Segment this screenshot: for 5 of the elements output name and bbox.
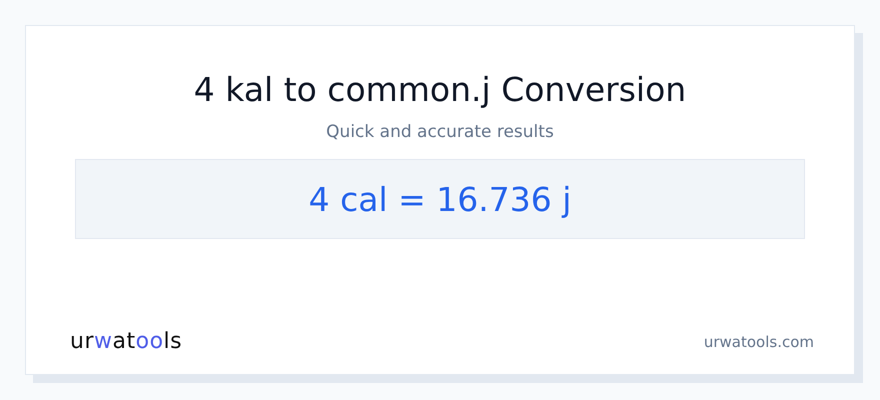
subtitle: Quick and accurate results <box>326 121 554 144</box>
result-text: 4 cal = 16.736 j <box>308 180 572 218</box>
logo: urwatools <box>70 329 182 354</box>
site-link[interactable]: urwatools.com <box>704 332 814 350</box>
page-title: 4 kal to common.j Conversion <box>194 70 686 110</box>
